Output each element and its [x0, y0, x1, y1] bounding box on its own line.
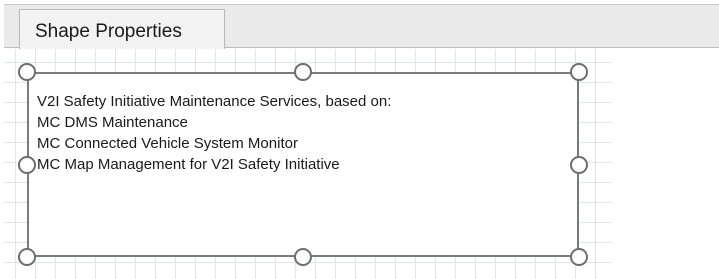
resize-handle-top-left[interactable]	[18, 63, 36, 81]
resize-handle-top-right[interactable]	[570, 63, 588, 81]
resize-handle-top-center[interactable]	[294, 63, 312, 81]
tab-strip: Shape Properties	[4, 4, 719, 49]
resize-handle-bottom-right[interactable]	[570, 248, 588, 266]
resize-handle-bottom-left[interactable]	[18, 248, 36, 266]
resize-handle-bottom-center[interactable]	[294, 248, 312, 266]
shape-text-line: MC Connected Vehicle System Monitor	[37, 135, 298, 152]
resize-handle-middle-left[interactable]	[18, 156, 36, 174]
shape-text[interactable]: V2I Safety Initiative Maintenance Servic…	[37, 91, 391, 175]
tab-label: Shape Properties	[35, 21, 182, 42]
diagram-editor: Shape Properties V2I Safety Initiative M…	[0, 0, 719, 279]
shape-text-line: MC Map Management for V2I Safety Initiat…	[37, 156, 340, 173]
shape-text-line: V2I Safety Initiative Maintenance Servic…	[37, 93, 392, 110]
resize-handle-middle-right[interactable]	[570, 156, 588, 174]
tab-shape-properties[interactable]: Shape Properties	[19, 9, 225, 49]
shape-text-line: MC DMS Maintenance	[37, 114, 188, 131]
